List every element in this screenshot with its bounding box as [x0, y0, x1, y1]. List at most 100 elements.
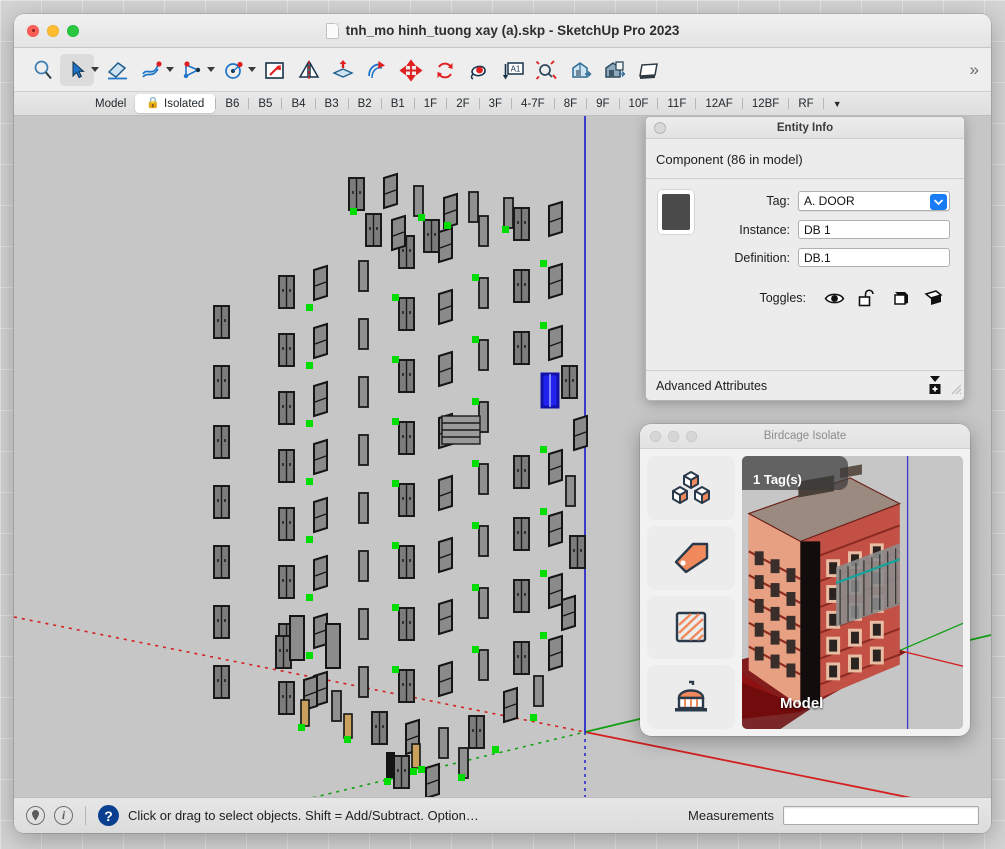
definition-input[interactable]: DB.1 [798, 248, 950, 267]
tab-11f[interactable]: 11F [658, 95, 695, 113]
birdcage-body: 1 Tag(s) [640, 449, 970, 736]
line-tool-dropdown[interactable] [207, 67, 215, 72]
window-titlebar: tnh_mo hinh_tuong xay (a).skp - SketchUp… [14, 14, 991, 48]
circle-tool-group [217, 54, 258, 86]
move-tool-button[interactable] [394, 54, 428, 86]
unlocked-padlock-icon[interactable] [851, 289, 884, 307]
tab-1f[interactable]: 1F [415, 95, 446, 113]
tag-button[interactable] [647, 526, 735, 590]
component-tool-button[interactable] [564, 54, 598, 86]
text-tool-button[interactable]: A1 [496, 54, 530, 86]
eraser-tool-button[interactable] [101, 54, 135, 86]
info-circle-icon[interactable]: i [54, 806, 73, 825]
visible-eye-icon[interactable] [818, 291, 851, 306]
freehand-tool-group [135, 54, 176, 86]
document-icon [326, 23, 339, 39]
circle-tool-dropdown[interactable] [248, 67, 256, 72]
tab-8f[interactable]: 8F [555, 95, 586, 113]
tab-model[interactable]: Model [86, 95, 135, 113]
tab-b3[interactable]: B3 [316, 95, 348, 113]
follow-me-icon [364, 58, 390, 82]
offset-extrude-icon [330, 58, 356, 82]
rotate-icon [432, 58, 458, 82]
selected-component [542, 374, 558, 407]
tab-label: B3 [325, 95, 339, 113]
zoom-extents-tool-button[interactable] [530, 54, 564, 86]
mirror-icon [296, 58, 322, 82]
tag-select[interactable]: A. DOOR [798, 191, 950, 211]
tab-b5[interactable]: B5 [249, 95, 281, 113]
tab-b6[interactable]: B6 [216, 95, 248, 113]
location-pin-icon[interactable] [26, 806, 45, 825]
svg-text:A1: A1 [511, 64, 521, 73]
birdcage-preview[interactable]: 1 Tag(s) [742, 456, 963, 729]
expand-attributes-button[interactable] [928, 375, 942, 395]
tab-2f[interactable]: 2F [447, 95, 478, 113]
tab-12af[interactable]: 12AF [696, 95, 742, 113]
tab-10f[interactable]: 10F [620, 95, 658, 113]
tab-b2[interactable]: B2 [349, 95, 381, 113]
material-button[interactable] [647, 596, 735, 660]
close-button[interactable] [27, 25, 39, 37]
tab-isolated[interactable]: 🔒 Isolated [135, 94, 215, 113]
measurements-input[interactable] [783, 806, 979, 825]
resize-grip-icon[interactable] [949, 382, 962, 398]
instance-row: Instance: DB 1 [658, 220, 950, 239]
section-tool-button[interactable] [632, 54, 666, 86]
toolbar-overflow-button[interactable]: » [970, 60, 977, 80]
minimize-button[interactable] [47, 25, 59, 37]
tab-4-7f[interactable]: 4-7F [512, 95, 554, 113]
window-controls [27, 25, 79, 37]
followme-tool-button[interactable] [360, 54, 394, 86]
tab-9f[interactable]: 9F [587, 95, 618, 113]
cast-shadows-icon[interactable] [884, 289, 917, 307]
group-tool-button[interactable] [598, 54, 632, 86]
tab-label: B2 [358, 95, 372, 113]
offset-tool-button[interactable] [326, 54, 360, 86]
window-title-group: tnh_mo hinh_tuong xay (a).skp - SketchUp… [14, 23, 991, 39]
chevron-down-icon[interactable] [930, 194, 947, 210]
zoom-tool-button[interactable] [26, 54, 60, 86]
arrow-cursor-icon [66, 59, 88, 81]
help-question-icon[interactable]: ? [98, 805, 119, 826]
freehand-tool-button[interactable] [135, 54, 169, 86]
model-label: Model [780, 695, 823, 712]
definition-row: Definition: DB.1 [658, 248, 950, 267]
tab-b4[interactable]: B4 [282, 95, 314, 113]
circle-tool-button[interactable] [217, 54, 251, 86]
tab-3f[interactable]: 3F [480, 95, 511, 113]
components-button[interactable] [647, 456, 735, 520]
pushpull-tool-button[interactable] [258, 54, 292, 86]
entity-info-panel: Entity Info Component (86 in model) Tag:… [645, 116, 965, 401]
door-component-array [214, 174, 587, 797]
tab-12bf[interactable]: 12BF [743, 95, 789, 113]
text-label-icon: A1 [500, 58, 526, 82]
select-tool-dropdown[interactable] [91, 67, 99, 72]
tab-label: Isolated [164, 95, 204, 113]
paint-tool-button[interactable] [462, 54, 496, 86]
receive-shadows-icon[interactable] [917, 289, 950, 307]
tab-overflow-button[interactable]: ▼ [824, 95, 851, 113]
tab-rf[interactable]: RF [789, 95, 822, 113]
entity-info-titlebar: Entity Info [646, 117, 964, 139]
zoom-button[interactable] [67, 25, 79, 37]
select-tool-button[interactable] [60, 54, 94, 86]
freehand-tool-dropdown[interactable] [166, 67, 174, 72]
tab-label: 9F [596, 95, 609, 113]
tab-label: 1F [424, 95, 437, 113]
advanced-attributes-row[interactable]: Advanced Attributes [646, 370, 964, 400]
advanced-attributes-label: Advanced Attributes [656, 379, 767, 393]
birdcage-button[interactable] [647, 665, 735, 729]
model-viewport[interactable]: Entity Info Component (86 in model) Tag:… [14, 116, 991, 797]
instance-input[interactable]: DB 1 [798, 220, 950, 239]
toggles-row: Toggles: [658, 289, 950, 307]
rotate-tool-button[interactable] [428, 54, 462, 86]
material-swatch[interactable] [658, 190, 694, 234]
tab-label: 4-7F [521, 95, 545, 113]
tab-b1[interactable]: B1 [382, 95, 414, 113]
line-tool-button[interactable] [176, 54, 210, 86]
mirror-tool-button[interactable] [292, 54, 326, 86]
scene-tab-bar: Model 🔒 Isolated B6 B5 B4 B3 B2 B1 1F 2F… [14, 92, 991, 116]
birdcage-isolate-panel: Birdcage Isolate [640, 424, 970, 736]
tab-label: B5 [258, 95, 272, 113]
